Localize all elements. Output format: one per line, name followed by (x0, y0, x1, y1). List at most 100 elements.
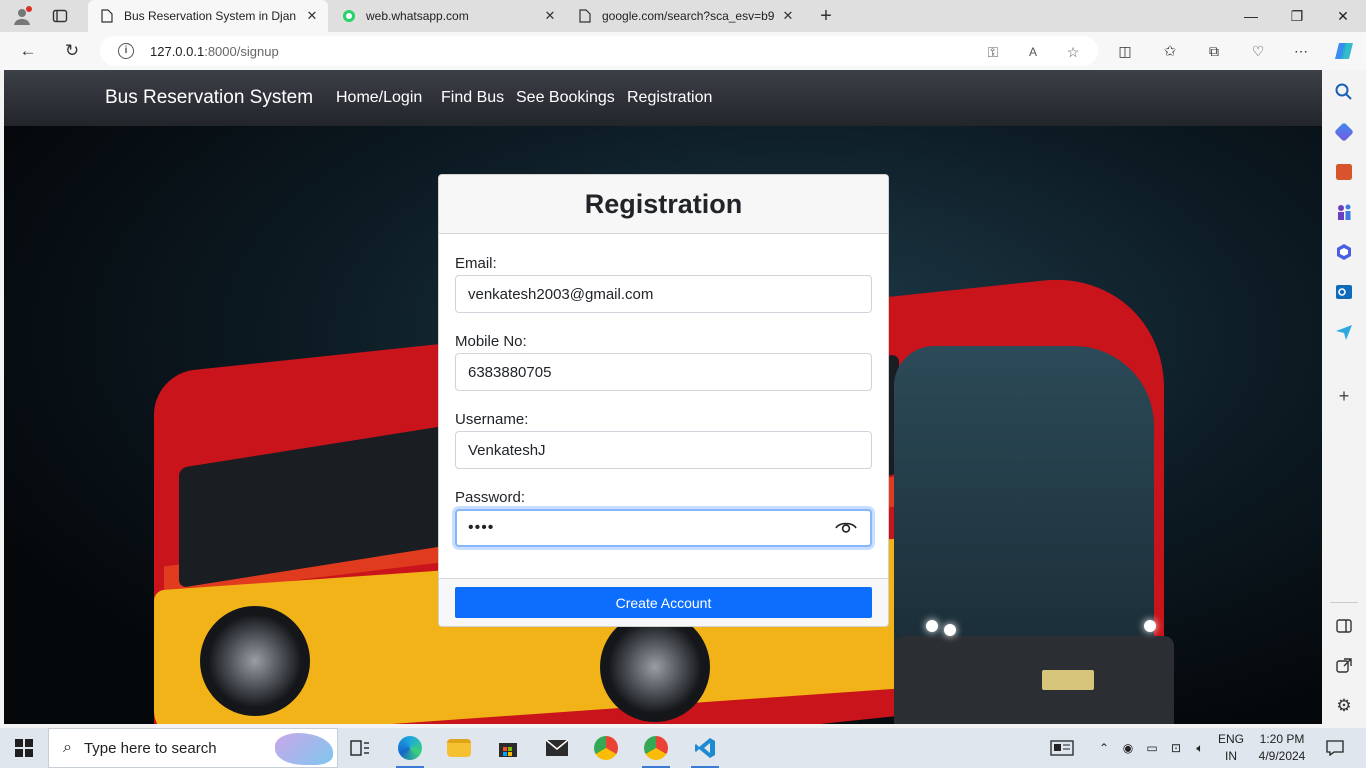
back-icon[interactable]: ← (15, 38, 41, 64)
news-widget-icon[interactable] (1046, 728, 1078, 768)
mobile-field[interactable] (455, 353, 872, 391)
tab-whatsapp[interactable]: web.whatsapp.com ✕ (330, 0, 566, 32)
system-clock[interactable]: 1:20 PM 4/9/2024 (1250, 731, 1314, 765)
battery-icon[interactable]: ▭ (1142, 728, 1162, 768)
add-sidebar-app-icon[interactable]: + (1334, 386, 1354, 406)
browser-essentials-icon[interactable]: ♡ (1245, 38, 1271, 64)
headlight (926, 620, 938, 632)
microsoft-store-icon[interactable] (484, 728, 532, 768)
outlook-icon[interactable] (1334, 282, 1354, 302)
close-tab-icon[interactable]: ✕ (304, 8, 320, 24)
bus-wheel (200, 606, 310, 716)
sidebar-divider (1330, 602, 1358, 603)
read-aloud-icon[interactable]: A (1024, 43, 1042, 61)
file-explorer-icon[interactable] (435, 728, 483, 768)
close-tab-icon[interactable]: ✕ (542, 8, 558, 24)
refresh-icon[interactable]: ↻ (59, 38, 85, 64)
task-view-icon[interactable] (336, 728, 384, 768)
microsoft-365-icon[interactable] (1334, 242, 1354, 262)
region-code: IN (1225, 749, 1237, 763)
games-chess-icon[interactable] (1334, 202, 1354, 222)
vscode-icon[interactable] (681, 728, 729, 768)
network-icon[interactable]: ⊡ (1166, 728, 1186, 768)
bus-front-bumper (894, 636, 1174, 724)
site-info-icon[interactable]: i (118, 43, 134, 59)
close-tab-icon[interactable]: ✕ (780, 8, 796, 24)
restore-icon[interactable]: ❐ (1274, 0, 1320, 32)
more-menu-icon[interactable]: ⋯ (1288, 38, 1314, 64)
create-account-button[interactable]: Create Account (455, 587, 872, 618)
minimize-icon[interactable]: — (1228, 0, 1274, 32)
profile-avatar-icon[interactable] (10, 4, 34, 28)
webcam-icon[interactable]: ◉ (1118, 728, 1138, 768)
show-hidden-icons-chevron-up-icon[interactable]: ⌃ (1094, 728, 1114, 768)
start-windows-icon[interactable] (0, 728, 48, 768)
key-icon[interactable]: ⚿ (984, 43, 1002, 61)
chrome-icon[interactable] (582, 728, 630, 768)
notifications-icon[interactable] (1320, 728, 1350, 768)
close-window-icon[interactable]: ✕ (1320, 0, 1366, 32)
card-header: Registration (439, 175, 888, 234)
page-icon (578, 9, 592, 23)
browser-toolbar: ← ↻ i 127.0.0.1:8000/signup ⚿ A ☆ ◫ ✩ ⧉ … (0, 32, 1366, 70)
clock-time: 1:20 PM (1259, 732, 1305, 746)
site-brand[interactable]: Bus Reservation System (105, 87, 313, 109)
nav-link-registration[interactable]: Registration (627, 89, 712, 107)
tab-title: web.whatsapp.com (366, 9, 469, 23)
nav-link-find-bus[interactable]: Find Bus (441, 89, 504, 107)
tab-actions-icon[interactable] (48, 4, 72, 28)
open-external-icon[interactable] (1334, 656, 1354, 676)
search-icon[interactable] (1334, 82, 1354, 102)
language-indicator[interactable]: ENG IN (1216, 731, 1246, 765)
hide-sidebar-icon[interactable] (1334, 616, 1354, 636)
chrome-profile-icon[interactable] (632, 728, 680, 768)
bus-windshield (894, 346, 1154, 666)
nav-link-see-bookings[interactable]: See Bookings (516, 89, 615, 107)
copilot-icon[interactable] (1331, 38, 1357, 64)
favorite-star-icon[interactable]: ☆ (1064, 43, 1082, 61)
show-password-eye-icon[interactable] (835, 520, 857, 534)
send-paper-plane-icon[interactable] (1334, 322, 1354, 342)
registration-card: Registration Email: Mobile No: Username:… (438, 174, 889, 627)
page-viewport: Bus Reservation System Home/Login Find B… (4, 70, 1322, 724)
bus-wheel (600, 612, 710, 722)
password-field[interactable] (455, 509, 872, 547)
card-footer: Create Account (439, 578, 888, 626)
tab-bus-reservation[interactable]: Bus Reservation System in Djang ✕ (88, 0, 328, 32)
url-host: 127.0.0.1 (150, 43, 205, 59)
volume-icon[interactable]: 🔈︎ (1190, 728, 1210, 768)
mail-icon[interactable] (533, 728, 581, 768)
mobile-label: Mobile No: (455, 333, 527, 350)
headlight (944, 624, 956, 636)
collections-icon[interactable]: ⧉ (1201, 38, 1227, 64)
password-label: Password: (455, 489, 526, 506)
whatsapp-icon (342, 9, 356, 23)
search-highlight-unicorn-icon (275, 733, 333, 765)
browser-tab-strip: Bus Reservation System in Djang ✕ web.wh… (0, 0, 1366, 32)
username-field[interactable] (455, 431, 872, 469)
card-title: Registration (584, 188, 743, 219)
edge-sidebar: + ⚙ (1322, 70, 1366, 728)
nav-link-home-login[interactable]: Home/Login (336, 89, 422, 107)
edge-taskbar-icon[interactable] (386, 728, 434, 768)
email-field[interactable] (455, 275, 872, 313)
lang-code: ENG (1217, 732, 1244, 746)
shopping-tag-icon[interactable] (1334, 122, 1354, 142)
site-navbar: Bus Reservation System Home/Login Find B… (4, 70, 1322, 126)
search-placeholder: Type here to search (83, 739, 217, 757)
favorites-icon[interactable]: ✩ (1157, 38, 1183, 64)
tab-google-search[interactable]: google.com/search?sca_esv=b93 ✕ (566, 0, 804, 32)
headlight (1144, 620, 1156, 632)
email-label: Email: (455, 255, 497, 272)
tools-briefcase-icon[interactable] (1336, 164, 1352, 180)
taskbar-search-box[interactable]: ⌕ Type here to search (48, 728, 338, 768)
new-tab-icon[interactable]: + (814, 4, 838, 28)
settings-gear-icon[interactable]: ⚙ (1334, 696, 1354, 716)
clock-date: 4/9/2024 (1258, 749, 1306, 763)
url-path: :8000/signup (204, 43, 279, 59)
license-plate (1042, 670, 1094, 690)
split-screen-icon[interactable]: ◫ (1112, 38, 1138, 64)
address-bar[interactable]: i 127.0.0.1:8000/signup ⚿ A ☆ (100, 36, 1098, 66)
windows-taskbar: ⌕ Type here to search ⌃ ◉ ▭ ⊡ 🔈︎ ENG IN … (0, 728, 1366, 768)
tab-title: google.com/search?sca_esv=b93 (602, 9, 774, 23)
